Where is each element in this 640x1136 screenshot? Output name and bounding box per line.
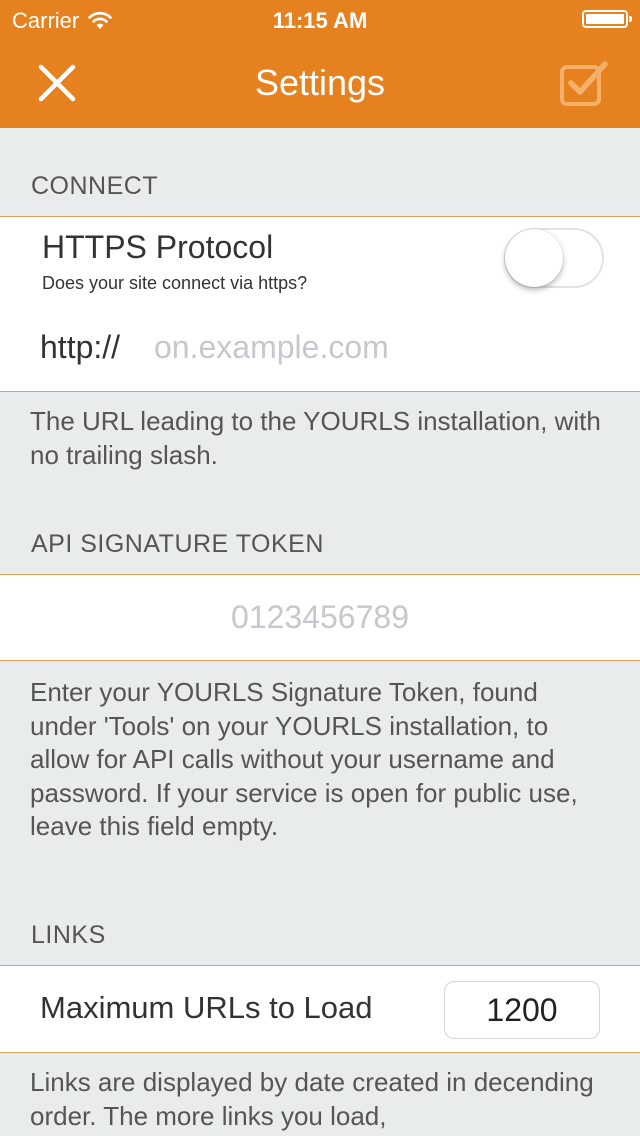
api-token-input[interactable] [40,595,600,639]
api-token-cell [0,574,640,661]
navigation-bar: Carrier 11:15 AM Settings [0,0,640,128]
https-protocol-label: HTTPS Protocol [42,229,274,265]
url-prefix-label: http:// [40,329,121,365]
status-time: 11:15 AM [272,8,368,33]
save-button[interactable] [558,58,610,108]
section-header-api-token: API SIGNATURE TOKEN [31,530,324,558]
max-urls-input[interactable] [444,981,600,1039]
url-input[interactable] [154,325,594,369]
url-footer-text: The URL leading to the YOURLS installati… [30,406,601,470]
section-header-links: LINKS [31,921,106,949]
page-title: Settings [254,62,386,103]
links-footer-text: Links are displayed by date created in d… [30,1067,594,1131]
checkbox-check-icon [560,61,608,106]
battery-icon [582,10,632,28]
status-bar: Carrier 11:15 AM [0,0,640,40]
url-cell: http:// [0,303,640,392]
https-protocol-cell: HTTPS Protocol Does your site connect vi… [0,216,640,304]
https-protocol-subtitle: Does your site connect via https? [42,273,308,293]
max-urls-cell: Maximum URLs to Load [0,965,640,1053]
toggle-knob [505,229,563,287]
section-header-connect: CONNECT [31,172,159,200]
https-toggle[interactable] [504,228,604,288]
api-token-footer-text: Enter your YOURLS Signature Token, found… [30,677,578,841]
max-urls-label: Maximum URLs to Load [40,990,373,1025]
